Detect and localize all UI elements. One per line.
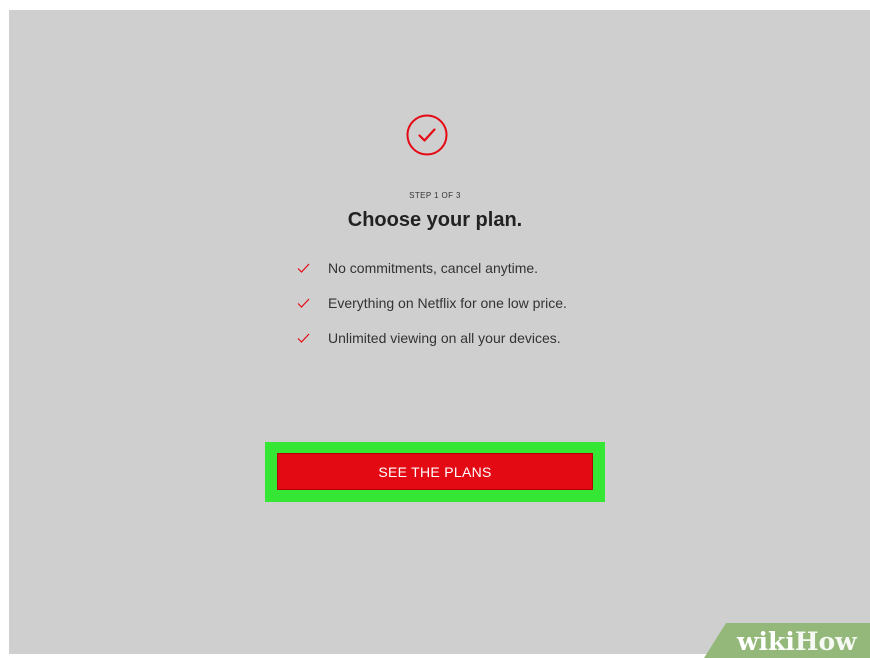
benefit-text: No commitments, cancel anytime. <box>328 260 539 276</box>
check-circle-icon <box>406 114 448 156</box>
checkmark-icon <box>297 263 310 273</box>
benefit-item: Everything on Netflix for one low price. <box>297 293 588 313</box>
step-indicator: STEP 1 OF 3 <box>409 191 461 200</box>
benefit-item: No commitments, cancel anytime. <box>297 258 608 278</box>
watermark-wiki: wiki <box>737 627 795 656</box>
benefit-item: Unlimited viewing on all your devices. <box>297 328 588 348</box>
benefit-text: Unlimited viewing on all your devices. <box>328 330 561 346</box>
benefit-text: Everything on Netflix for one low price. <box>328 295 567 311</box>
benefits-list: No commitments, cancel anytime. Everythi… <box>297 258 597 363</box>
page-title: Choose your plan. <box>347 209 523 231</box>
wikihow-logo: wikiHow <box>737 627 857 656</box>
checkmark-icon <box>297 333 310 343</box>
see-the-plans-button[interactable]: SEE THE PLANS <box>277 453 593 490</box>
watermark-how: How <box>794 627 857 656</box>
checkmark-icon <box>297 298 310 308</box>
